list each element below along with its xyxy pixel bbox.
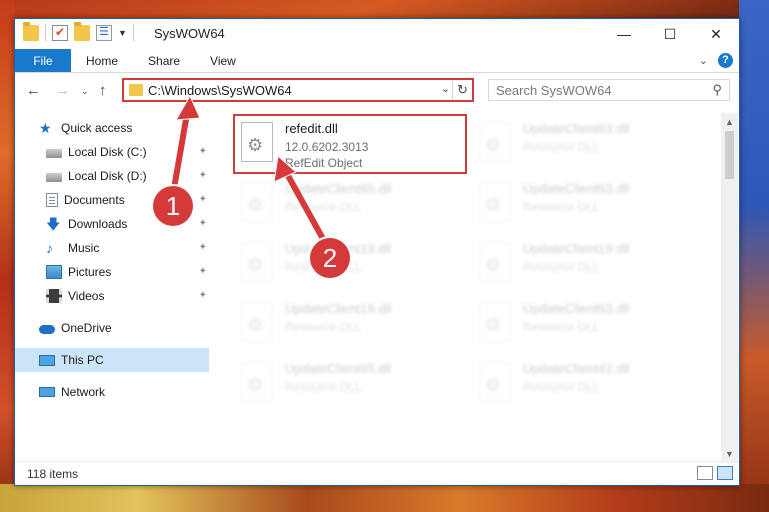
annotation-arrows [169, 94, 331, 251]
step-1-badge: 1 [153, 186, 193, 226]
arrow-2-line [283, 169, 331, 251]
arrow-1-head [175, 94, 201, 121]
step-2-badge: 2 [310, 238, 350, 278]
